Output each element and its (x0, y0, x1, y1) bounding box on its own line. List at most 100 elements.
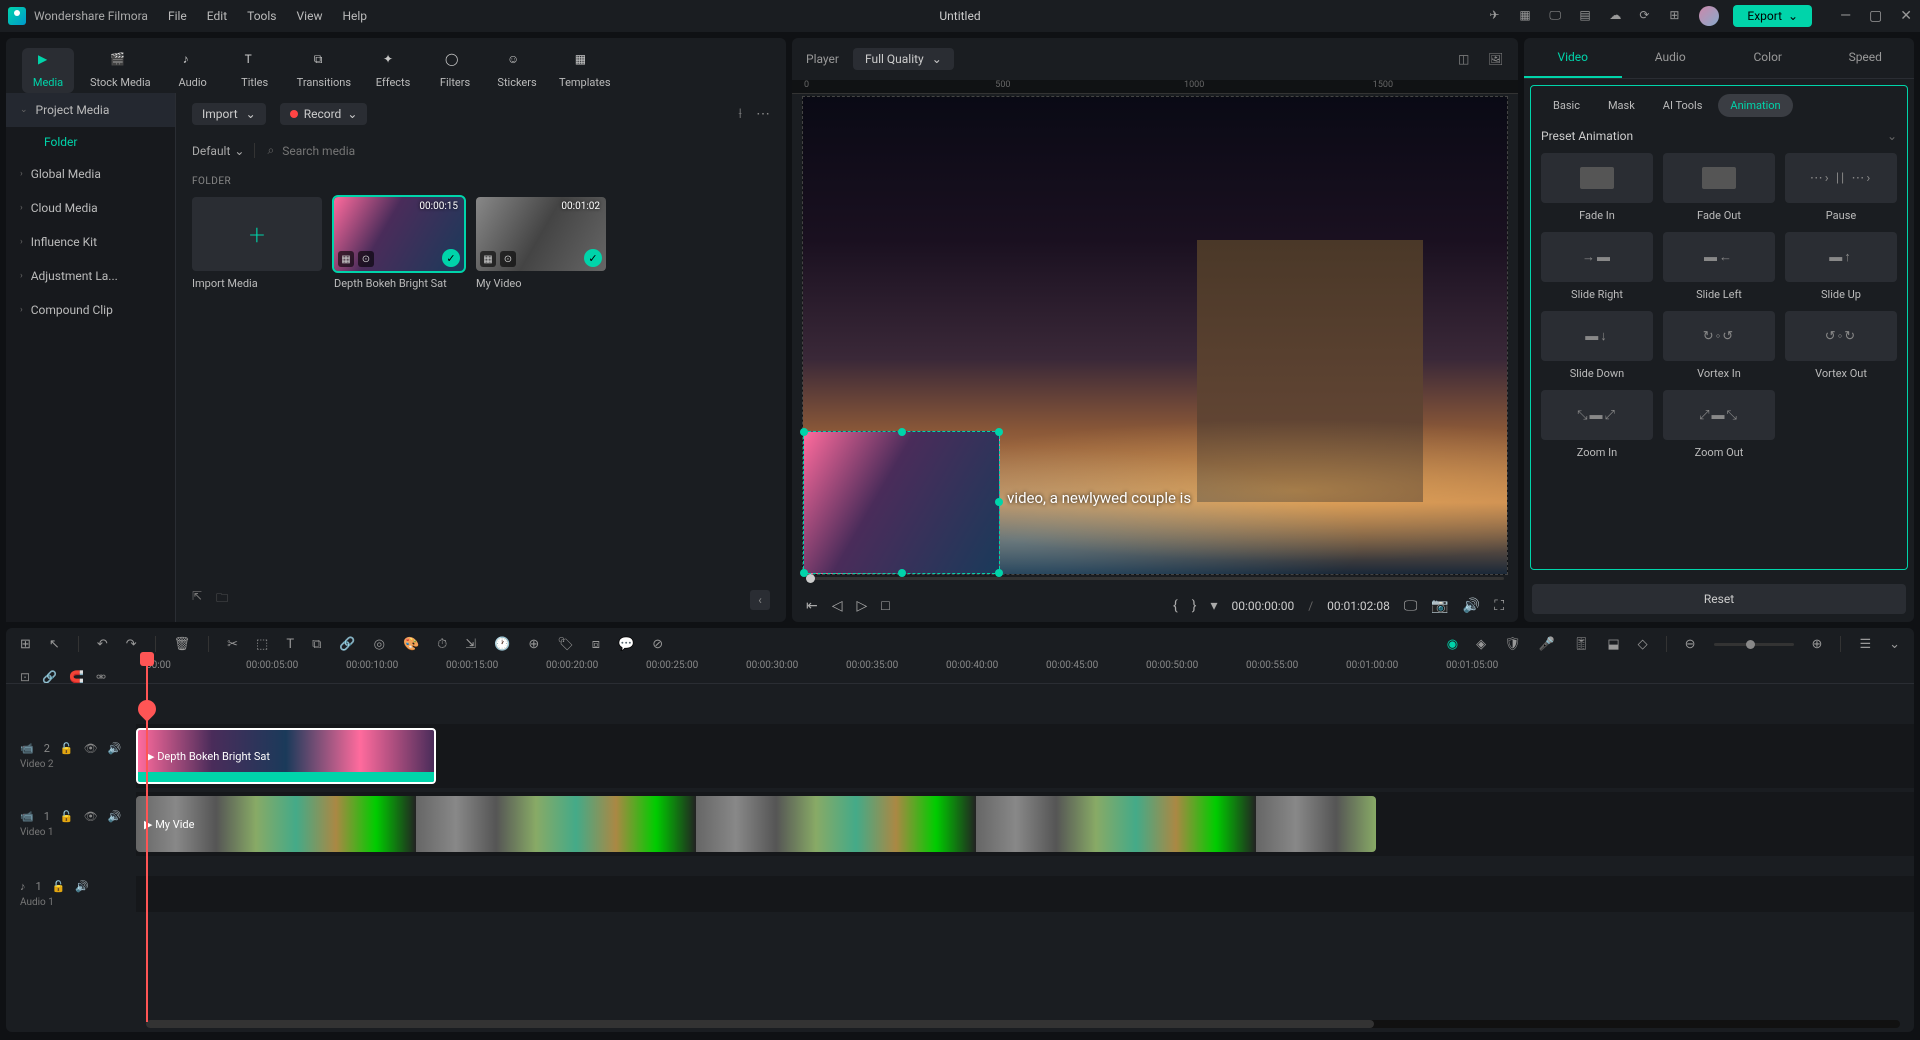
track-lane[interactable]: ▶ Depth Bokeh Bright Sat (136, 724, 1914, 788)
pointer-icon[interactable]: ↖ (49, 637, 60, 652)
audio-icon[interactable]: ⊙ (500, 251, 516, 267)
display-icon[interactable]: 🖵 (1404, 598, 1418, 614)
sidebar-adjustment-layer[interactable]: ›Adjustment La... (6, 259, 175, 293)
shield-icon[interactable]: 🛡 (1504, 637, 1521, 652)
resize-handle[interactable] (995, 428, 1003, 436)
export-clip-icon[interactable]: ⇲ (465, 637, 476, 652)
scrub-bar[interactable] (806, 577, 1504, 583)
mute-icon[interactable]: 🔊 (75, 880, 89, 893)
timeline-ruler[interactable]: 00:00 00:00:05:00 00:00:10:00 00:00:15:0… (6, 660, 1914, 684)
track-icon[interactable]: ◎ (374, 637, 385, 652)
fullscreen-icon[interactable]: ⛶ (1494, 598, 1504, 614)
preset-slide-up[interactable]: ▬↑Slide Up (1785, 232, 1897, 301)
video-track-icon[interactable]: 📹 (20, 810, 34, 823)
tab-transitions[interactable]: ⧉Transitions (291, 48, 357, 93)
sidebar-global-media[interactable]: ›Global Media (6, 157, 175, 191)
prop-tab-video[interactable]: Video (1524, 38, 1622, 78)
preset-fade-in[interactable]: Fade In (1541, 153, 1653, 222)
color-icon[interactable]: 🎨 (403, 637, 419, 652)
preset-vortex-in[interactable]: ↻◦↺Vortex In (1663, 311, 1775, 380)
send-icon[interactable]: ✈ (1489, 8, 1505, 24)
clip-icon[interactable]: ▦ (338, 251, 354, 267)
sidebar-compound-clip[interactable]: ›Compound Clip (6, 293, 175, 327)
resize-handle[interactable] (995, 569, 1003, 577)
timeline-scrollbar[interactable] (146, 1020, 1900, 1028)
audio-icon[interactable]: ⊙ (358, 251, 374, 267)
subtab-ai-tools[interactable]: AI Tools (1651, 94, 1715, 117)
link-icon[interactable]: 🔗 (339, 637, 355, 652)
scrub-knob[interactable] (806, 574, 815, 583)
camera-icon[interactable]: 📷 (1431, 598, 1448, 614)
stop-button[interactable]: □ (881, 597, 889, 614)
mixer-icon[interactable]: 🎚 (1573, 637, 1590, 652)
tab-stock-media[interactable]: 🎬Stock Media (84, 48, 157, 93)
layers-icon[interactable]: ▤ (1579, 8, 1595, 24)
unlink-icon[interactable]: ⊘ (652, 637, 663, 652)
menu-tools[interactable]: Tools (247, 9, 276, 23)
new-folder-icon[interactable]: 🗀 (216, 589, 228, 610)
list-icon[interactable]: ☰ (1859, 637, 1871, 652)
preset-zoom-in[interactable]: ⤡▬⤢Zoom In (1541, 390, 1653, 459)
time-icon[interactable]: 🕐 (494, 637, 510, 652)
zoom-slider[interactable] (1714, 643, 1794, 646)
cut-icon[interactable]: ✂ (227, 637, 238, 652)
prop-tab-color[interactable]: Color (1719, 38, 1817, 78)
sidebar-cloud-media[interactable]: ›Cloud Media (6, 191, 175, 225)
tag-icon[interactable]: 🏷 (557, 637, 574, 652)
preset-fade-out[interactable]: Fade Out (1663, 153, 1775, 222)
folder-out-icon[interactable]: ⇱ (192, 589, 202, 610)
sidebar-folder[interactable]: Folder (6, 127, 175, 157)
undo-icon[interactable]: ↶ (97, 637, 108, 652)
resize-handle[interactable] (898, 569, 906, 577)
chevron-down-icon[interactable]: ⌄ (1887, 129, 1897, 143)
preset-vortex-out[interactable]: ↺◦↻Vortex Out (1785, 311, 1897, 380)
tab-media[interactable]: ▶Media (22, 48, 74, 93)
prev-frame-button[interactable]: ⇤ (806, 598, 818, 614)
record-button[interactable]: Record⌄ (280, 103, 368, 125)
eye-icon[interactable]: 👁 (84, 810, 98, 823)
prop-tab-audio[interactable]: Audio (1622, 38, 1720, 78)
tab-stickers[interactable]: ☺Stickers (491, 48, 543, 93)
tab-filters[interactable]: ◯Filters (429, 48, 481, 93)
close-button[interactable]: ✕ (1900, 8, 1912, 24)
media-thumb-2[interactable]: 00:01:02 ▦⊙ ✓ My Video (476, 197, 606, 290)
zoom-knob[interactable] (1746, 640, 1755, 649)
volume-icon[interactable]: 🔊 (1463, 598, 1480, 614)
track-lane[interactable]: ▶ My Vide (136, 792, 1914, 856)
chevron-down-icon[interactable]: ⌄ (1889, 637, 1900, 652)
tab-audio[interactable]: ♪Audio (167, 48, 219, 93)
search-input[interactable] (282, 144, 770, 158)
tab-titles[interactable]: TTitles (229, 48, 281, 93)
play-button[interactable]: ▷ (857, 598, 868, 614)
mic-icon[interactable]: 🎤 (1539, 637, 1555, 652)
filter-icon[interactable]: ⟊ (738, 106, 742, 122)
pip-overlay[interactable] (803, 431, 1000, 574)
tab-templates[interactable]: ▦Templates (553, 48, 616, 93)
grid-icon[interactable]: ⊞ (1669, 8, 1685, 24)
redo-icon[interactable]: ↷ (126, 637, 137, 652)
mute-icon[interactable]: 🔊 (108, 742, 122, 755)
mark-out-button[interactable]: } (1192, 598, 1197, 614)
lock-icon[interactable]: 🔓 (60, 810, 74, 823)
delete-icon[interactable]: 🗑 (174, 637, 191, 652)
mark-in-button[interactable]: { (1173, 598, 1178, 614)
compare-icon[interactable]: ◫ (1458, 52, 1474, 66)
resize-handle[interactable] (800, 428, 808, 436)
monitor-icon[interactable]: 🖵 (1549, 8, 1565, 24)
text-icon[interactable]: T (286, 637, 294, 652)
lock-icon[interactable]: 🔓 (52, 880, 66, 893)
more-icon[interactable]: ⋯ (756, 106, 770, 122)
sidebar-influence-kit[interactable]: ›Influence Kit (6, 225, 175, 259)
scrollbar-thumb[interactable] (146, 1020, 1374, 1028)
track-lane[interactable] (136, 876, 1914, 912)
add-marker-button[interactable]: ▾ (1210, 598, 1217, 614)
preset-slide-right[interactable]: →▬Slide Right (1541, 232, 1653, 301)
resize-handle[interactable] (898, 428, 906, 436)
sort-dropdown[interactable]: Default⌄ (192, 144, 244, 158)
lock-icon[interactable]: 🔓 (60, 742, 74, 755)
sidebar-project-media[interactable]: ⌄Project Media (6, 93, 175, 127)
grid-icon[interactable]: ⊞ (20, 637, 31, 652)
mute-icon[interactable]: 🔊 (108, 810, 122, 823)
render-icon[interactable]: ⬓ (1607, 637, 1619, 652)
keyframe-icon[interactable]: ◇ (1638, 637, 1648, 652)
